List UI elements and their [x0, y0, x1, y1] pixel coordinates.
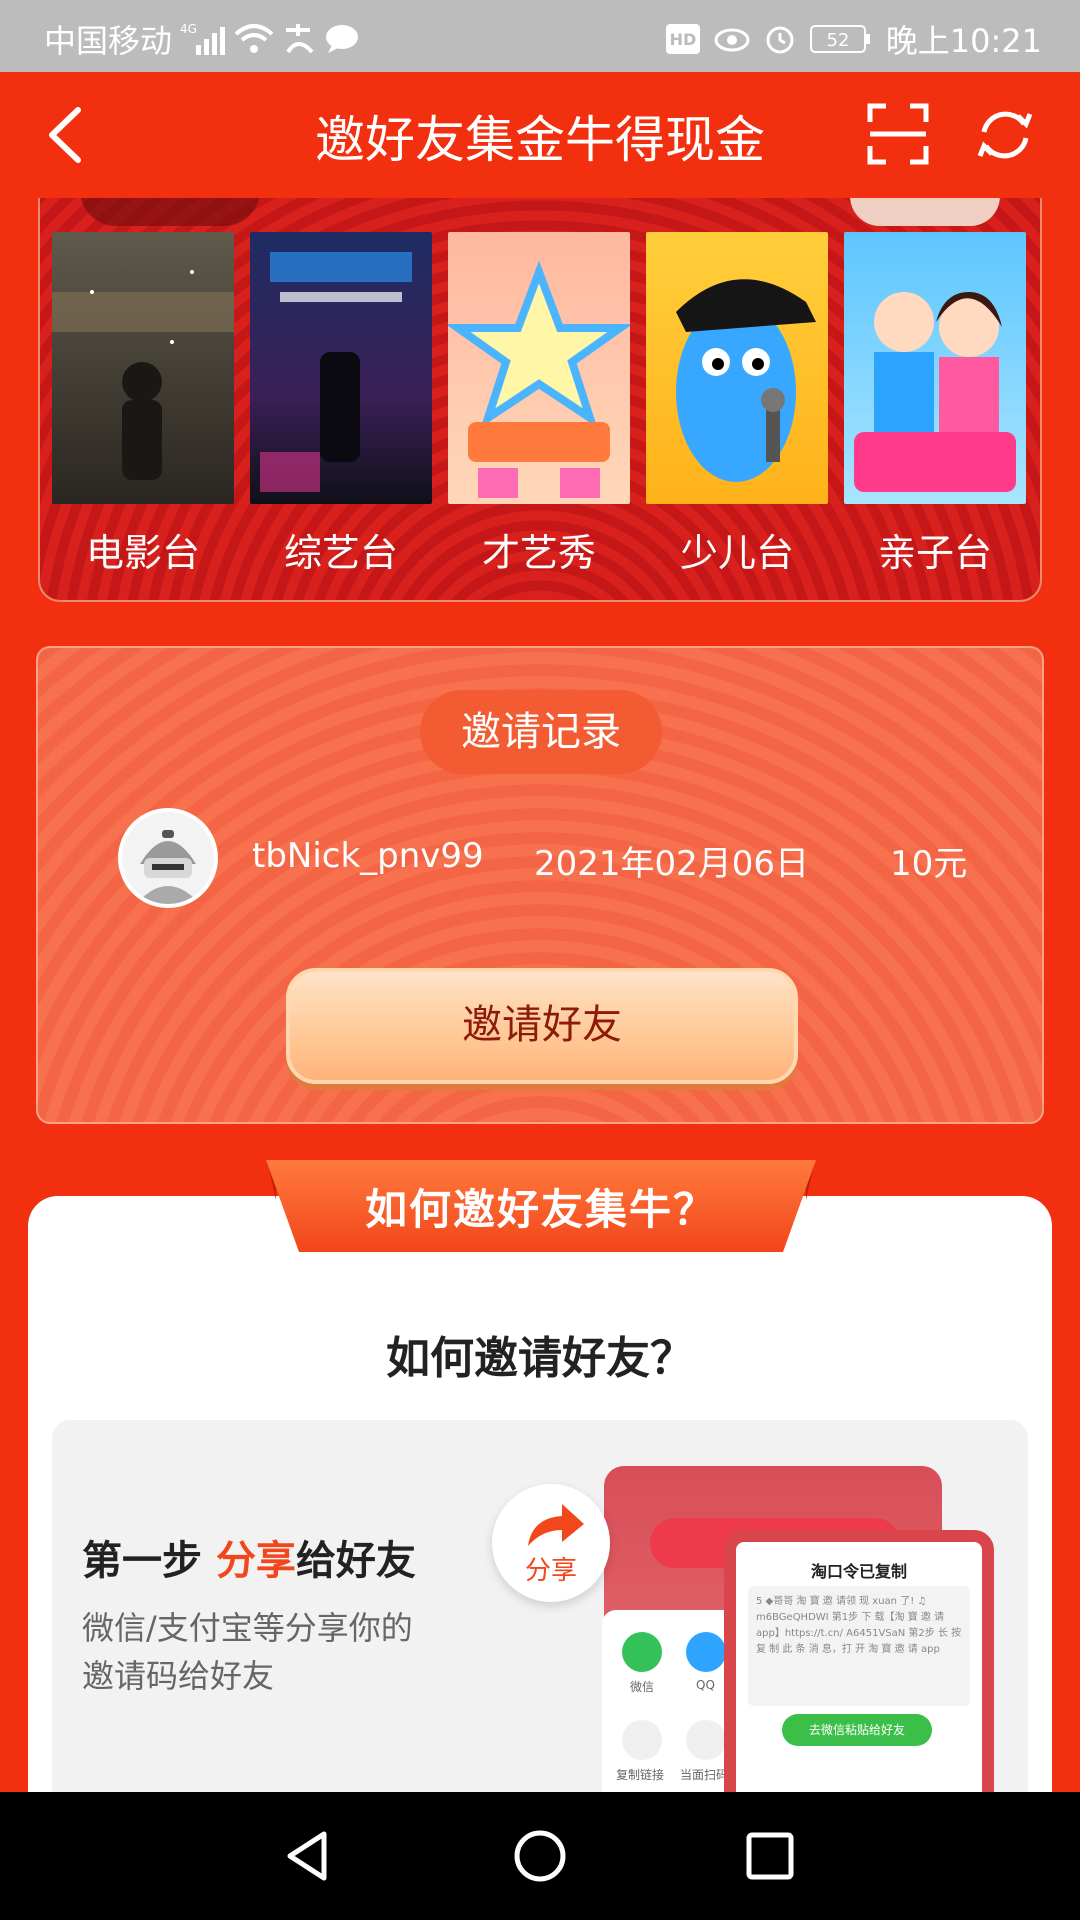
hd-icon: HD [665, 24, 700, 54]
carrier-label: 中国移动 [44, 22, 173, 60]
qq-icon [686, 1632, 726, 1672]
step-one-prefix: 第一步 [82, 1538, 216, 1584]
qq-label: QQ [696, 1678, 715, 1692]
channel-label: 综艺台 [283, 531, 398, 575]
channel-label: 亲子台 [877, 531, 992, 575]
qr-icon [686, 1720, 726, 1760]
signal-icon: 4G [180, 21, 226, 57]
popup-title: 淘口令已复制 [810, 1562, 907, 1581]
channel-thumbnail [844, 232, 1026, 504]
channel-thumbnail [250, 232, 432, 504]
copy-link-label: 复制链接 [616, 1768, 665, 1782]
channel-thumbnail [448, 232, 630, 504]
channel-label: 电影台 [85, 531, 200, 575]
channel-label: 才艺秀 [481, 531, 596, 575]
mock-share-badge: 分享 [492, 1484, 610, 1602]
channel-movie[interactable]: 电影台 [52, 232, 234, 577]
channel-talent[interactable]: 才艺秀 [448, 232, 630, 577]
howto-ribbon-title: 如何邀好友集牛？ [364, 1185, 717, 1234]
refresh-icon[interactable] [972, 102, 1038, 168]
nav-home-icon[interactable] [510, 1826, 570, 1886]
step-one-heading: 第一步 分享给好友 [82, 1528, 416, 1586]
channel-banner: 电影台 综艺台 才艺秀 少儿台 亲子台 [38, 198, 1042, 602]
popup-text: 5 ◆哥哥 淘 寶 邀 请领 现 xuan 了! ♫ m6BGeQHDWI 第1… [748, 1586, 970, 1706]
invite-record-card: 邀请记录 tbNick_pnv99 2021年02月06日 10元 邀请好友 [36, 646, 1044, 1124]
message-icon [324, 23, 360, 55]
scan-icon[interactable] [866, 102, 930, 166]
nav-back-icon[interactable] [278, 1826, 338, 1886]
invite-date: 2021年02月06日 [534, 844, 810, 884]
howto-subtitle: 如何邀请好友？ [386, 1333, 694, 1384]
invite-friends-button[interactable]: 邀请好友 [286, 968, 798, 1084]
network-label: 4G [180, 22, 197, 36]
channel-kids[interactable]: 少儿台 [646, 232, 828, 577]
lantern-decoration [80, 198, 260, 226]
friend-name: tbNick_pnv99 [252, 836, 484, 876]
nav-recent-icon[interactable] [740, 1826, 800, 1886]
invite-record-tag: 邀请记录 [420, 690, 662, 774]
howto-ribbon: 如何邀好友集牛？ [246, 1160, 836, 1252]
channel-label: 少儿台 [679, 531, 794, 575]
scan-face-label: 当面扫码 [680, 1768, 729, 1782]
wechat-label: 微信 [630, 1680, 655, 1694]
step-one-highlight: 分享 [215, 1538, 296, 1584]
system-nav-bar [0, 1792, 1080, 1920]
step-one-suffix: 给好友 [295, 1538, 416, 1584]
wifi-icon [234, 22, 274, 56]
clock: 晚上10:21 [885, 22, 1042, 60]
share-label: 分享 [524, 1556, 577, 1586]
battery-level: 52 [826, 30, 849, 51]
top-bar: 邀好友集金牛得现金 [0, 72, 1080, 198]
channel-thumbnail [646, 232, 828, 504]
eye-icon [714, 24, 750, 54]
link-icon [622, 1720, 662, 1760]
battery-icon: 52 [809, 24, 872, 54]
alarm-icon [764, 23, 796, 55]
step-one-description: 微信/支付宝等分享你的邀请码给好友 [82, 1609, 413, 1695]
reward-amount: 10元 [890, 844, 968, 884]
alipay-icon [282, 22, 316, 56]
hd-label: HD [669, 30, 696, 49]
popup-wechat-button: 去微信粘贴给好友 [782, 1714, 932, 1746]
status-bar: 中国移动 4G HD 52 晚上10:21 [0, 0, 1080, 72]
cloud-decoration [850, 198, 1000, 226]
wechat-icon [622, 1632, 662, 1672]
channel-variety[interactable]: 综艺台 [250, 232, 432, 577]
avatar [118, 808, 218, 908]
channel-family[interactable]: 亲子台 [844, 232, 1026, 577]
channel-thumbnail [52, 232, 234, 504]
